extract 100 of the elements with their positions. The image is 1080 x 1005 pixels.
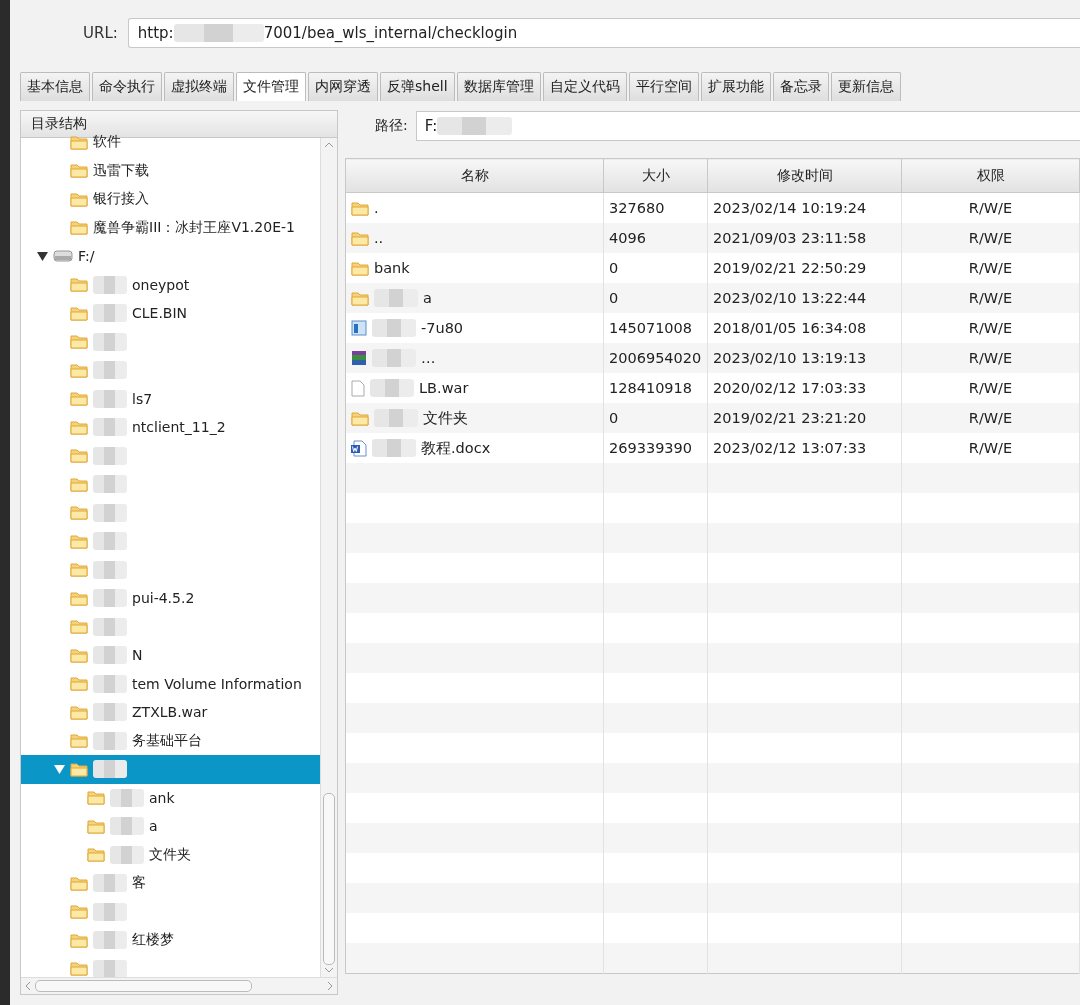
tab[interactable]: 基本信息: [20, 72, 90, 101]
file-icon: [351, 379, 365, 397]
folder-icon: [70, 163, 88, 179]
table-row[interactable]: .. 4096 2021/09/03 23:11:58 R/W/E: [345, 223, 1080, 253]
permissions: R/W/E: [901, 343, 1080, 373]
scrollbar-thumb[interactable]: [323, 793, 335, 965]
file-name[interactable]: a: [423, 290, 432, 306]
tab[interactable]: 更新信息: [830, 72, 901, 101]
tree-item[interactable]: 务基础平台: [21, 726, 320, 755]
tree-item[interactable]: N: [21, 641, 320, 670]
folder-icon: [87, 818, 105, 834]
tab[interactable]: 自定义代码: [542, 72, 627, 101]
folder-icon: [70, 590, 88, 606]
tab[interactable]: 平行空间: [628, 72, 699, 101]
modified-time: 2019/02/21 23:21:20: [707, 403, 902, 433]
scrollbar-thumb[interactable]: [35, 980, 252, 992]
folder-icon: [70, 134, 88, 150]
folder-icon: [70, 761, 88, 777]
folder-icon: [70, 619, 88, 635]
table-row[interactable]: 文件夹 0 2019/02/21 23:21:20 R/W/E: [345, 403, 1080, 433]
column-header[interactable]: 权限: [901, 158, 1080, 193]
table-row[interactable]: a 0 2023/02/10 13:22:44 R/W/E: [345, 283, 1080, 313]
tree-item[interactable]: 迅雷下载: [21, 156, 320, 185]
file-name[interactable]: .: [374, 200, 379, 216]
folder-icon: [87, 847, 105, 863]
path-field[interactable]: F:: [415, 111, 1080, 141]
file-name[interactable]: 教程.docx: [421, 438, 491, 458]
tree-item[interactable]: ls7: [21, 384, 320, 413]
file-name[interactable]: -7u80: [421, 320, 464, 336]
table-row[interactable]: … 2006954020 2023/02/10 13:19:13 R/W/E: [345, 343, 1080, 373]
column-header[interactable]: 名称: [345, 158, 604, 193]
permissions: R/W/E: [901, 403, 1080, 433]
file-name[interactable]: LB.war: [419, 380, 469, 396]
folder-icon: [70, 562, 88, 578]
tab[interactable]: 备忘录: [772, 72, 829, 101]
url-field[interactable]: http: 7001/bea_wls_internal/checklogin: [127, 18, 1080, 48]
tab[interactable]: 内网穿透: [308, 72, 378, 101]
tree-item[interactable]: 魔兽争霸III：冰封王座V1.20E-1: [21, 213, 320, 242]
tree-item[interactable]: a: [21, 812, 320, 841]
folder-icon: [70, 419, 88, 435]
tab[interactable]: 数据库管理: [456, 72, 541, 101]
tab[interactable]: 文件管理: [236, 72, 306, 101]
column-header[interactable]: 大小: [603, 158, 708, 193]
tree-item[interactable]: pui-4.5.2: [21, 584, 320, 613]
folder-icon: [70, 676, 88, 692]
expand-arrow-icon[interactable]: [37, 251, 48, 261]
folder-icon: [70, 220, 88, 236]
tree-item[interactable]: oneypot: [21, 270, 320, 299]
tree-item[interactable]: ank: [21, 783, 320, 812]
tree-item[interactable]: ntclient_11_2: [21, 413, 320, 442]
word-document-icon: [351, 439, 367, 457]
file-size: 0: [603, 403, 708, 433]
folder-icon: [70, 932, 88, 948]
tab[interactable]: 反弹shell: [380, 72, 455, 101]
folder-icon: [351, 410, 369, 426]
path-label: 路径:: [375, 117, 408, 135]
url-label: URL:: [83, 24, 118, 42]
folder-icon: [70, 448, 88, 464]
tree-item[interactable]: tem Volume Information: [21, 669, 320, 698]
tree-item[interactable]: 红楼梦: [21, 926, 320, 955]
folder-icon: [70, 305, 88, 321]
scroll-left-icon[interactable]: [25, 981, 31, 991]
folder-icon: [70, 904, 88, 920]
folder-icon: [70, 277, 88, 293]
tree-item[interactable]: CLE.BIN: [21, 299, 320, 328]
folder-icon: [351, 200, 369, 216]
tree-item[interactable]: [21, 755, 320, 784]
file-size: 2006954020: [603, 343, 708, 373]
tab[interactable]: 虚拟终端: [164, 72, 234, 101]
folder-icon: [87, 790, 105, 806]
modified-time: 2023/02/10 13:22:44: [707, 283, 902, 313]
folder-icon: [70, 733, 88, 749]
folder-icon: [351, 230, 369, 246]
file-name[interactable]: 文件夹: [423, 408, 468, 428]
scroll-down-icon[interactable]: [324, 967, 334, 973]
drive-icon: [53, 250, 73, 263]
folder-icon: [70, 476, 88, 492]
scroll-up-icon[interactable]: [324, 142, 334, 148]
folder-icon: [70, 191, 88, 207]
scroll-right-icon[interactable]: [327, 981, 333, 991]
folder-icon: [70, 875, 88, 891]
installer-icon: [351, 320, 367, 336]
file-name[interactable]: ..: [374, 230, 384, 246]
tab[interactable]: 命令执行: [92, 72, 162, 101]
folder-icon: [70, 505, 88, 521]
tree-item[interactable]: ZTXLB.war: [21, 698, 320, 727]
tree-item[interactable]: 文件夹: [21, 840, 320, 869]
folder-icon: [351, 260, 369, 276]
modified-time: 2021/09/03 23:11:58: [707, 223, 902, 253]
file-name[interactable]: bank: [374, 260, 410, 276]
column-header[interactable]: 修改时间: [707, 158, 902, 193]
permissions: R/W/E: [901, 223, 1080, 253]
tab[interactable]: 扩展功能: [700, 72, 771, 101]
tree-item[interactable]: 银行接入: [21, 185, 320, 214]
tree-item[interactable]: 客: [21, 869, 320, 898]
file-size: 4096: [603, 223, 708, 253]
file-name[interactable]: …: [421, 350, 436, 366]
folder-icon: [70, 334, 88, 350]
folder-icon: [70, 961, 88, 977]
tree-item[interactable]: F:/: [21, 242, 320, 271]
